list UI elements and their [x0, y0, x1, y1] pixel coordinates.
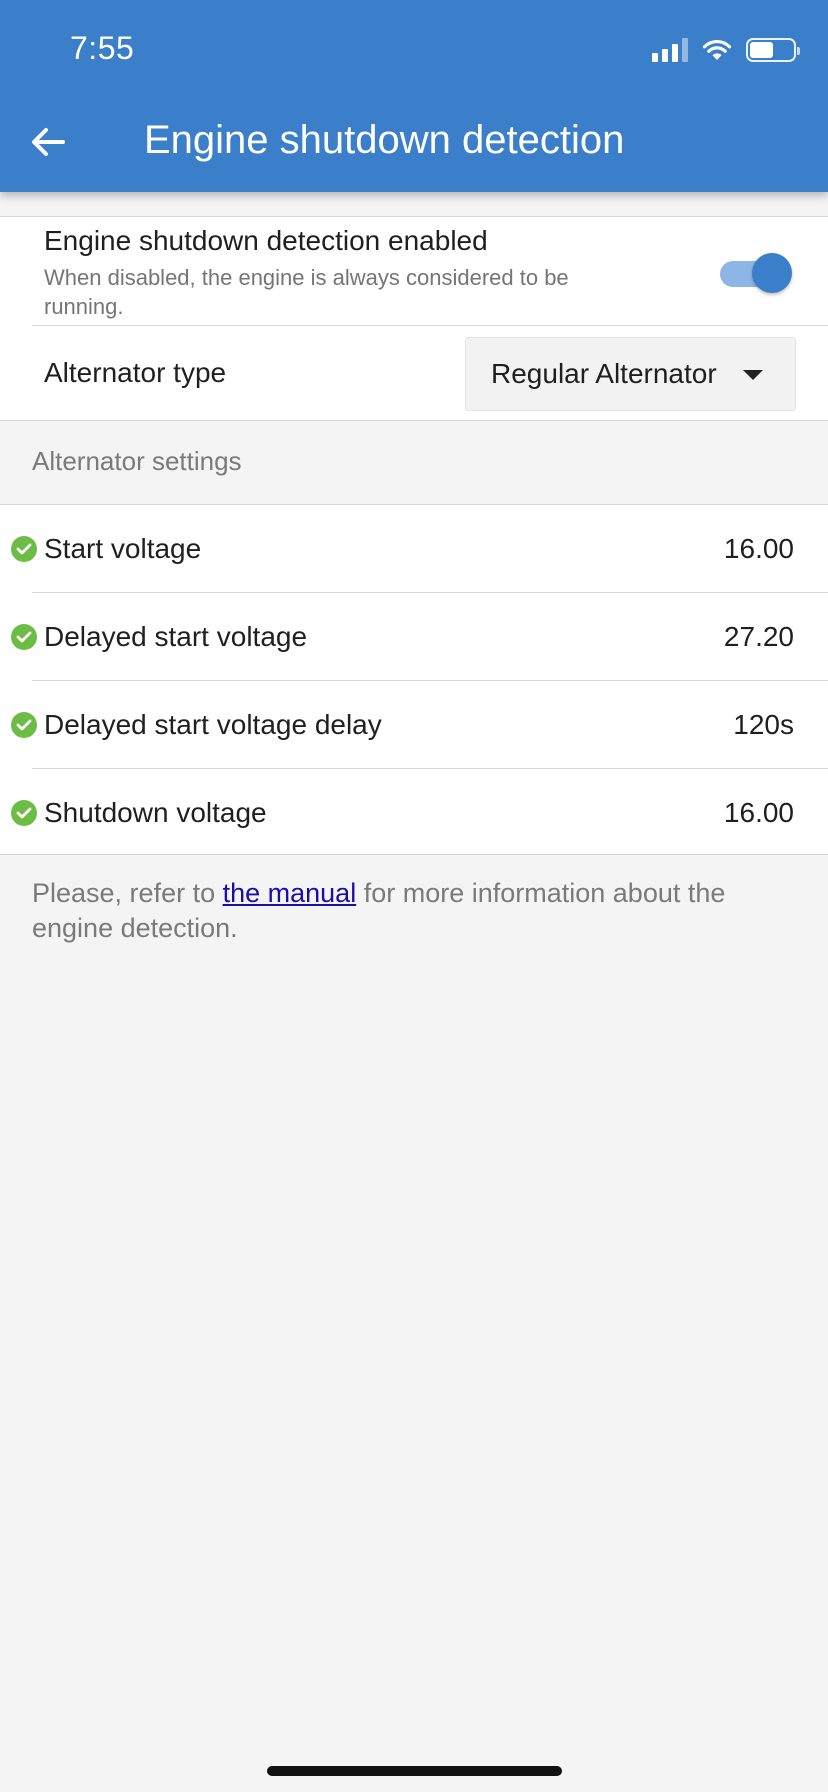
setting-value: 27.20 [723, 621, 794, 652]
status-time: 7:55 [70, 30, 135, 66]
manual-link[interactable]: the manual [223, 878, 357, 908]
page-title: Engine shutdown detection [144, 118, 625, 162]
footnote-prefix: Please, refer to [32, 878, 223, 908]
engine-detection-toggle[interactable] [720, 253, 792, 293]
check-circle-icon [11, 800, 37, 826]
engine-detection-description: When disabled, the engine is always cons… [44, 265, 569, 319]
status-icons [652, 36, 800, 64]
home-indicator[interactable] [267, 1766, 562, 1776]
setting-value: 16.00 [723, 797, 794, 828]
dropdown-caret-icon [743, 370, 763, 380]
section-header-alternator-settings: Alternator settings [32, 446, 242, 476]
engine-detection-row: Engine shutdown detection enabled When d… [44, 225, 784, 321]
setting-label: Delayed start voltage [44, 621, 308, 652]
engine-settings-card: Engine shutdown detection enabled When d… [0, 216, 828, 421]
alternator-type-label: Alternator type [44, 357, 227, 388]
toggle-knob [752, 253, 792, 293]
setting-label: Start voltage [44, 533, 202, 564]
check-circle-icon [11, 712, 37, 738]
setting-row-start-voltage[interactable]: Start voltage 16.00 [0, 505, 828, 593]
check-circle-icon [11, 536, 37, 562]
alternator-type-select[interactable]: Regular Alternator [465, 337, 796, 411]
setting-row-delayed-start-voltage[interactable]: Delayed start voltage 27.20 [0, 593, 828, 681]
setting-row-delayed-start-voltage-delay[interactable]: Delayed start voltage delay 120s [0, 681, 828, 769]
app-header: 7:55 Engine shutdown detection [0, 0, 828, 192]
arrow-left-icon [32, 128, 65, 156]
setting-label: Shutdown voltage [44, 797, 267, 828]
back-button[interactable] [26, 120, 70, 164]
wifi-icon [702, 39, 732, 60]
cellular-signal-icon [652, 38, 688, 62]
alternator-type-value: Regular Alternator [491, 358, 717, 389]
setting-value: 16.00 [723, 533, 794, 564]
divider [32, 325, 828, 326]
alternator-settings-list: Start voltage 16.00 Delayed start voltag… [0, 504, 828, 855]
setting-row-shutdown-voltage[interactable]: Shutdown voltage 16.00 [0, 769, 828, 857]
battery-icon [746, 38, 800, 62]
engine-detection-title: Engine shutdown detection enabled [44, 225, 488, 256]
screen: 7:55 Engine shutdown detection Engine sh… [0, 0, 828, 1792]
setting-label: Delayed start voltage delay [44, 709, 382, 740]
manual-footnote: Please, refer to the manual for more inf… [32, 876, 792, 946]
setting-value: 120s [733, 709, 794, 740]
check-circle-icon [11, 624, 37, 650]
